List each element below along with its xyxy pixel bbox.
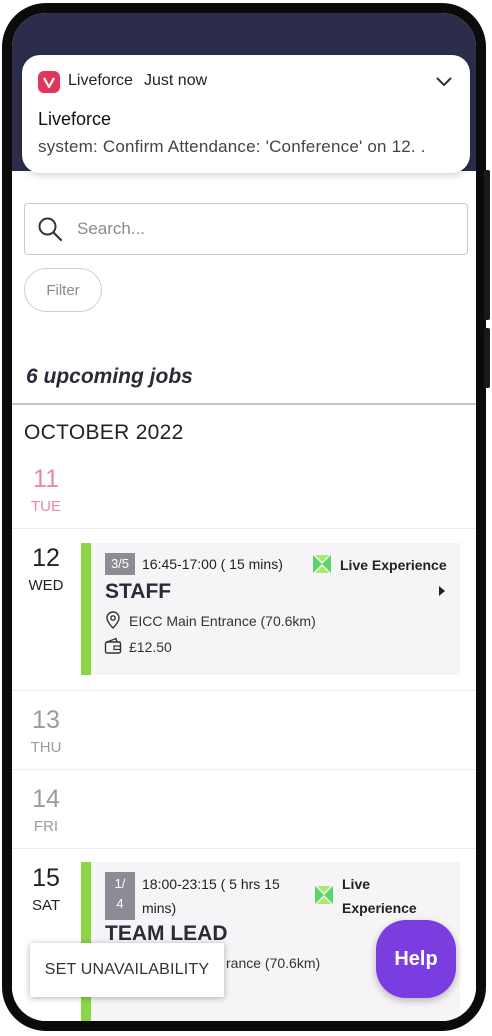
phone-frame: Search... Filter 6 upcoming jobs OCTOBER… [0, 0, 492, 1036]
job-time: 16:45-17:00 ( 15 mins) [142, 556, 283, 572]
badge-line: 4 [116, 896, 124, 911]
row-separator [12, 528, 476, 529]
search-icon [38, 217, 63, 242]
day-name: TUE [31, 498, 61, 515]
push-notification[interactable]: Liveforce Just now Liveforce system: Con… [22, 55, 470, 173]
day-number: 13 [32, 706, 60, 734]
day-name: SAT [31, 897, 61, 914]
app-screen: Search... Filter 6 upcoming jobs OCTOBER… [12, 13, 476, 1021]
month-heading: OCTOBER 2022 [24, 421, 184, 444]
job-time: 18:00-23:15 ( 5 hrs 15 [142, 876, 280, 892]
heart-v-icon [43, 77, 55, 89]
power-button [484, 170, 490, 320]
job-slots-badge: 1/ 4 [105, 872, 135, 920]
filter-button[interactable]: Filter [24, 268, 102, 312]
day-name: FRI [33, 818, 59, 835]
row-separator [12, 690, 476, 691]
job-time-cont: mins) [142, 900, 177, 916]
day-number: 14 [32, 785, 60, 813]
help-button[interactable]: Help [376, 920, 456, 998]
job-brand: Live [342, 876, 371, 892]
volume-button [484, 328, 490, 388]
set-unavailability-button[interactable]: SET UNAVAILABILITY [30, 943, 224, 997]
wallet-icon [104, 637, 122, 654]
badge-line: 1/ [114, 876, 126, 891]
notification-body: system: Confirm Attendance: 'Conference'… [38, 137, 426, 156]
job-location: rance (70.6km) [226, 955, 321, 971]
chevron-right-icon[interactable] [437, 585, 447, 597]
notification-time: Just now [144, 72, 208, 89]
job-brand-cont: Experience [342, 900, 417, 916]
day-name: WED [28, 577, 64, 594]
chevron-down-icon[interactable] [434, 71, 454, 91]
live-experience-logo-icon [313, 555, 331, 573]
section-divider [12, 403, 476, 405]
search-input[interactable]: Search... [24, 203, 468, 255]
location-pin-icon [106, 611, 120, 629]
job-location: EICC Main Entrance (70.6km) [129, 613, 316, 629]
job-pay: £12.50 [129, 639, 172, 655]
job-brand: Live Experience [340, 557, 447, 573]
liveforce-app-icon [38, 71, 60, 93]
row-separator [12, 848, 476, 849]
day-number: 11 [33, 465, 59, 493]
search-placeholder: Search... [77, 219, 146, 238]
day-name: THU [30, 739, 62, 756]
job-role: STAFF [105, 580, 172, 603]
row-separator [12, 769, 476, 770]
notification-title: Liveforce [38, 109, 112, 129]
job-slots-badge: 3/5 [105, 553, 135, 575]
upcoming-jobs-count: 6 upcoming jobs [26, 365, 193, 388]
day-number: 15 [32, 864, 60, 892]
day-number: 12 [32, 544, 60, 572]
job-card[interactable]: 3/5 16:45-17:00 ( 15 mins) Live Experien… [81, 543, 460, 675]
live-experience-logo-icon [315, 886, 333, 904]
notification-app-name: Liveforce [68, 72, 133, 89]
